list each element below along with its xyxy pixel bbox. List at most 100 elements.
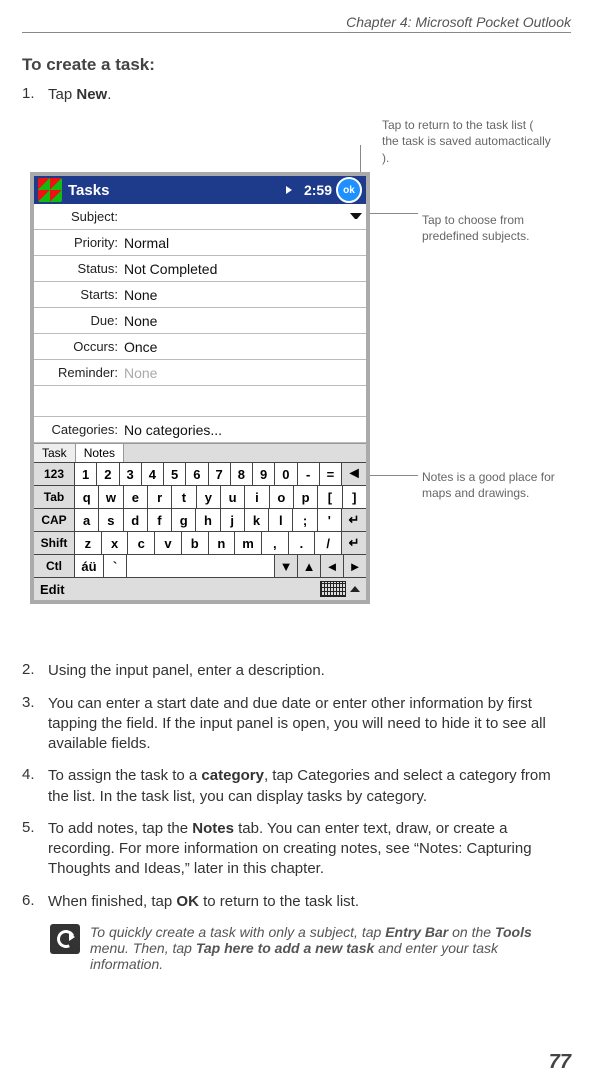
volume-icon[interactable]: [286, 183, 300, 197]
step-text: Using the input panel, enter a descripti…: [48, 661, 571, 681]
key[interactable]: a: [75, 509, 99, 531]
sip-chooser-icon[interactable]: [350, 586, 360, 592]
key[interactable]: f: [148, 509, 172, 531]
key[interactable]: .: [289, 532, 316, 554]
field-categories[interactable]: No categories...: [124, 422, 366, 438]
keyboard-icon[interactable]: [320, 581, 346, 597]
key[interactable]: 2: [97, 463, 119, 485]
tab-task[interactable]: Task: [34, 444, 76, 462]
figure: Tap to return to the task list ( the tas…: [22, 117, 571, 647]
key-accent[interactable]: áü: [75, 555, 104, 577]
arrow-left-icon[interactable]: ◄: [321, 555, 344, 577]
tip-box: To quickly create a task with only a sub…: [50, 924, 571, 972]
tip-text: To quickly create a task with only a sub…: [90, 924, 571, 972]
key[interactable]: [: [318, 486, 342, 508]
arrow-right-icon[interactable]: ►: [344, 555, 366, 577]
enter-icon[interactable]: ↵: [342, 509, 366, 531]
key[interactable]: 1: [75, 463, 97, 485]
callout-notes: Notes is a good place for maps and drawi…: [422, 469, 571, 501]
label-occurs: Occurs:: [34, 339, 124, 354]
key-ctl[interactable]: Ctl: [34, 555, 75, 577]
key-shift[interactable]: Shift: [34, 532, 75, 554]
tab-notes[interactable]: Notes: [76, 444, 124, 462]
key[interactable]: j: [221, 509, 245, 531]
key[interactable]: 7: [209, 463, 231, 485]
arrow-down-icon[interactable]: ▼: [275, 555, 298, 577]
step-text: You can enter a start date and due date …: [48, 694, 571, 755]
key-cap[interactable]: CAP: [34, 509, 75, 531]
key-123[interactable]: 123: [34, 463, 75, 485]
backspace-icon[interactable]: ◄: [342, 463, 366, 485]
key-tab[interactable]: Tab: [34, 486, 75, 508]
key[interactable]: w: [99, 486, 123, 508]
step-text: Tap New.: [48, 85, 571, 105]
key[interactable]: g: [172, 509, 196, 531]
step-number: 5.: [22, 819, 48, 880]
enter-icon[interactable]: ↵: [342, 532, 366, 554]
label-starts: Starts:: [34, 287, 124, 302]
field-priority[interactable]: Normal: [124, 235, 366, 251]
label-categories: Categories:: [34, 422, 124, 437]
key[interactable]: -: [298, 463, 320, 485]
edit-menu[interactable]: Edit: [40, 582, 65, 597]
callout-ok: Tap to return to the task list ( the tas…: [382, 117, 552, 166]
key[interactable]: /: [315, 532, 342, 554]
key[interactable]: d: [124, 509, 148, 531]
key[interactable]: u: [221, 486, 245, 508]
key[interactable]: ]: [343, 486, 366, 508]
field-due[interactable]: None: [124, 313, 366, 329]
key[interactable]: z: [75, 532, 102, 554]
tip-icon: [50, 924, 80, 954]
step-number: 4.: [22, 766, 48, 807]
key-space[interactable]: [127, 555, 275, 577]
key[interactable]: v: [155, 532, 182, 554]
key[interactable]: l: [269, 509, 293, 531]
device-screenshot: Tasks 2:59 ok Subject: Priority: Normal …: [30, 172, 370, 604]
key[interactable]: p: [294, 486, 318, 508]
key[interactable]: h: [196, 509, 220, 531]
subject-dropdown-icon[interactable]: [350, 211, 362, 223]
key[interactable]: 0: [275, 463, 297, 485]
step-text: To add notes, tap the Notes tab. You can…: [48, 819, 571, 880]
step-text: When finished, tap OK to return to the t…: [48, 892, 571, 912]
arrow-up-icon[interactable]: ▲: [298, 555, 321, 577]
key[interactable]: q: [75, 486, 99, 508]
key[interactable]: 4: [142, 463, 164, 485]
key[interactable]: x: [102, 532, 129, 554]
clock: 2:59: [304, 182, 332, 198]
key[interactable]: i: [245, 486, 269, 508]
key[interactable]: e: [124, 486, 148, 508]
key[interactable]: 6: [186, 463, 208, 485]
key[interactable]: t: [172, 486, 196, 508]
key[interactable]: r: [148, 486, 172, 508]
key[interactable]: o: [270, 486, 294, 508]
start-icon[interactable]: [38, 178, 62, 202]
label-status: Status:: [34, 261, 124, 276]
key[interactable]: y: [197, 486, 221, 508]
key[interactable]: 5: [164, 463, 186, 485]
ok-button[interactable]: ok: [336, 177, 362, 203]
page-number: 77: [549, 1051, 571, 1074]
key[interactable]: s: [99, 509, 123, 531]
field-starts[interactable]: None: [124, 287, 366, 303]
key[interactable]: 3: [120, 463, 142, 485]
key-grave[interactable]: `: [104, 555, 127, 577]
field-occurs[interactable]: Once: [124, 339, 366, 355]
key[interactable]: c: [128, 532, 155, 554]
field-status[interactable]: Not Completed: [124, 261, 366, 277]
key[interactable]: ,: [262, 532, 289, 554]
label-priority: Priority:: [34, 235, 124, 250]
key[interactable]: ;: [293, 509, 317, 531]
key[interactable]: ': [318, 509, 342, 531]
key[interactable]: 8: [231, 463, 253, 485]
key[interactable]: 9: [253, 463, 275, 485]
label-subject: Subject:: [34, 209, 124, 224]
field-reminder[interactable]: None: [124, 365, 366, 381]
key[interactable]: =: [320, 463, 342, 485]
key[interactable]: m: [235, 532, 262, 554]
step-number: 3.: [22, 694, 48, 755]
soft-keyboard[interactable]: 123 1 2 3 4 5 6 7 8 9 0 - = ◄ Tab: [34, 462, 366, 577]
key[interactable]: k: [245, 509, 269, 531]
key[interactable]: b: [182, 532, 209, 554]
key[interactable]: n: [209, 532, 236, 554]
